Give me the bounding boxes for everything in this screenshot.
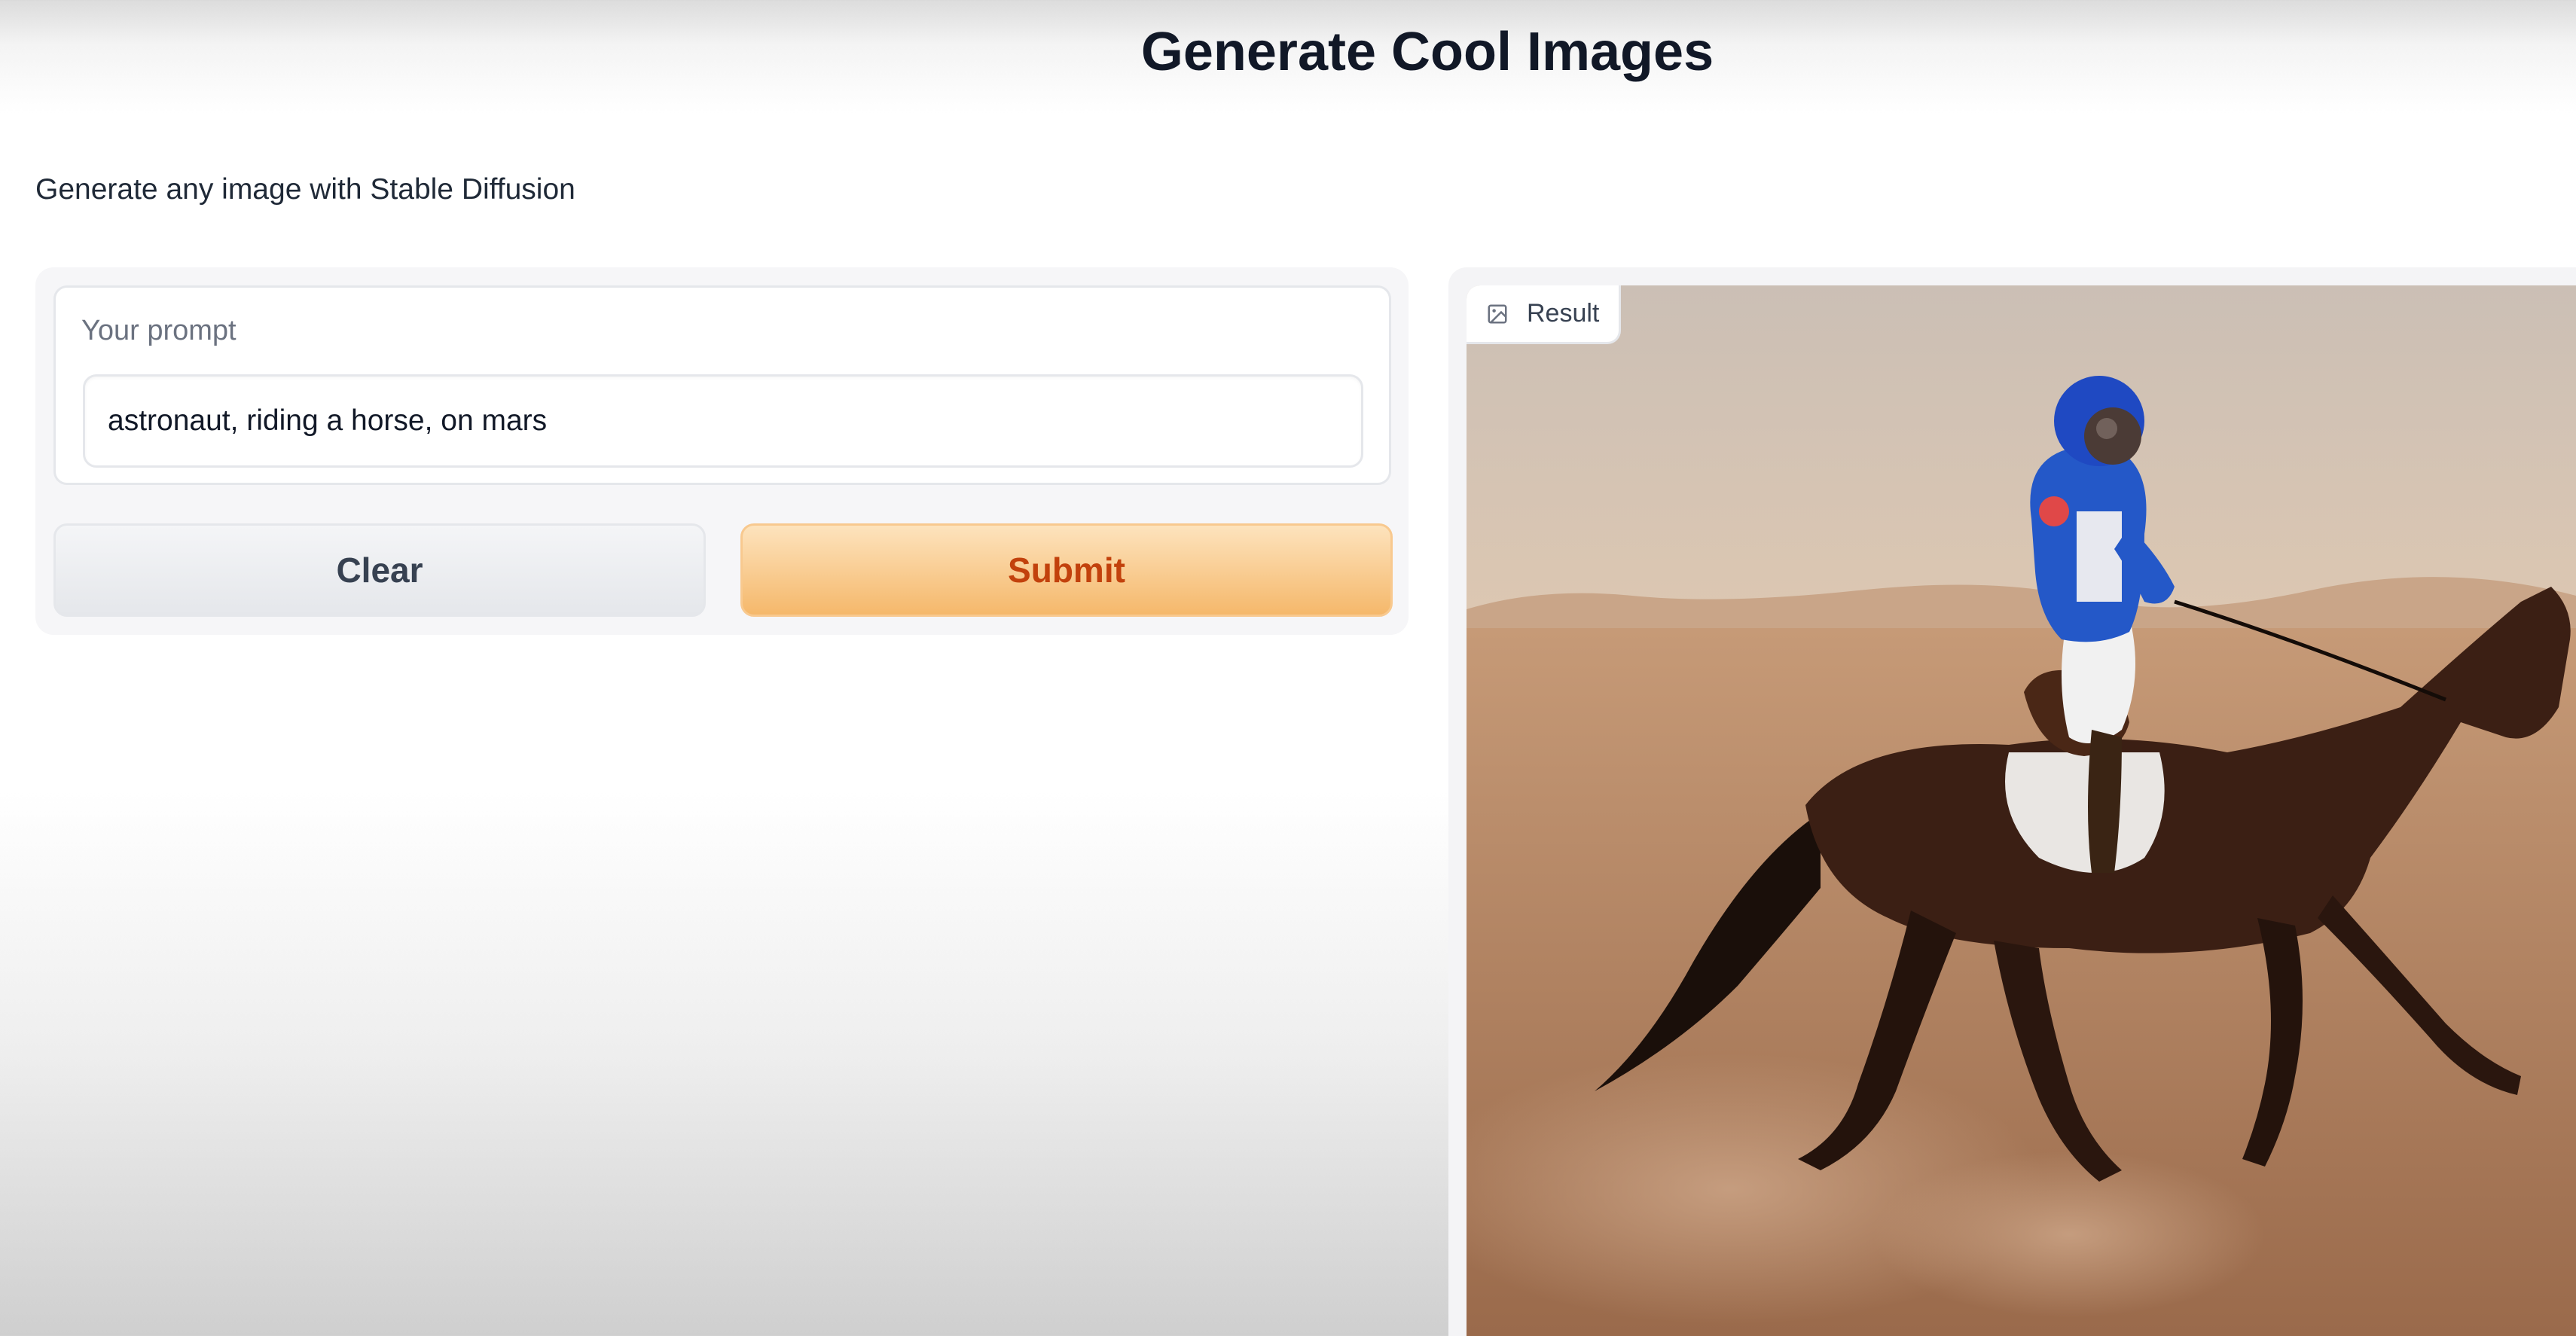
result-label: Result xyxy=(1467,285,1622,344)
prompt-label: Your prompt xyxy=(81,315,237,346)
submit-button[interactable]: Submit xyxy=(740,523,1393,617)
result-image xyxy=(1467,285,2576,1336)
output-panel: Result xyxy=(1448,267,2576,1336)
clear-button[interactable]: Clear xyxy=(53,523,706,617)
prompt-block: Your prompt xyxy=(53,285,1391,485)
prompt-input[interactable] xyxy=(83,374,1363,468)
page-title: Generate Cool Images xyxy=(1140,22,1714,82)
image-icon xyxy=(1488,304,1507,323)
result-label-text: Result xyxy=(1527,299,1600,328)
page-description: Generate any image with Stable Diffusion xyxy=(35,173,575,206)
input-panel: Your prompt Clear Submit xyxy=(35,267,1409,635)
